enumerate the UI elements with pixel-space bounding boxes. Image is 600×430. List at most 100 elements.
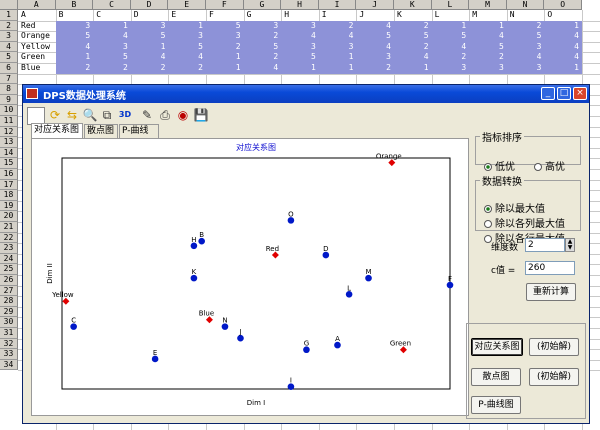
- row-header[interactable]: 8: [0, 84, 18, 95]
- row-header[interactable]: 23: [0, 243, 18, 254]
- sheet-cell[interactable]: 3: [55, 20, 94, 32]
- sheet-cell[interactable]: 4: [469, 31, 507, 42]
- tab-scatter[interactable]: 散点图: [84, 124, 118, 138]
- dim-spinner[interactable]: ▲ ▼: [565, 238, 575, 252]
- sheet-cell[interactable]: 5: [469, 41, 507, 53]
- close-button[interactable]: ×: [573, 87, 587, 100]
- row-header[interactable]: 33: [0, 349, 18, 360]
- transform-colmax-radio[interactable]: 除以各列最大值: [484, 215, 565, 230]
- sheet-cell[interactable]: 3: [130, 20, 169, 32]
- sheet-cell[interactable]: 1: [318, 52, 357, 63]
- column-header[interactable]: G: [243, 0, 282, 10]
- column-header[interactable]: L: [431, 0, 470, 10]
- row-header[interactable]: 7: [0, 73, 18, 85]
- save-icon[interactable]: 💾: [193, 107, 209, 123]
- sort-low-radio[interactable]: 低优: [484, 158, 515, 173]
- sheet-cell[interactable]: 4: [55, 41, 94, 53]
- row-label-cell[interactable]: Orange: [21, 31, 50, 42]
- sheet-cell[interactable]: 1: [394, 63, 432, 74]
- row-header[interactable]: 3: [0, 31, 18, 42]
- column-header[interactable]: C: [93, 0, 131, 10]
- sheet-cell[interactable]: F: [209, 10, 214, 21]
- row-header[interactable]: 32: [0, 338, 18, 350]
- sheet-cell[interactable]: 1: [318, 63, 357, 74]
- palette-icon[interactable]: ◉: [175, 107, 191, 123]
- sheet-cell[interactable]: 2: [394, 20, 432, 32]
- print-icon[interactable]: ⎙: [157, 107, 173, 123]
- sheet-cell[interactable]: 2: [506, 20, 545, 32]
- sheet-cell[interactable]: 5: [55, 31, 94, 42]
- sheet-cell[interactable]: 4: [318, 31, 357, 42]
- sheet-cell[interactable]: 2: [93, 63, 131, 74]
- sheet-cell[interactable]: 1: [130, 41, 169, 53]
- sheet-cell[interactable]: 4: [168, 52, 206, 63]
- row-header[interactable]: 1: [0, 10, 18, 21]
- sheet-cell[interactable]: 1: [93, 20, 131, 32]
- sheet-cell[interactable]: 4: [93, 31, 131, 42]
- sheet-cell[interactable]: 5: [356, 31, 394, 42]
- sheet-cell[interactable]: D: [134, 10, 139, 21]
- column-header[interactable]: H: [281, 0, 319, 10]
- sheet-cell[interactable]: E: [171, 10, 176, 21]
- spin-down-icon[interactable]: ▼: [568, 244, 573, 251]
- sheet-cell[interactable]: 4: [356, 20, 394, 32]
- draw-icon[interactable]: ✎: [139, 107, 155, 123]
- row-header[interactable]: 13: [0, 137, 18, 148]
- row-header[interactable]: 19: [0, 200, 18, 212]
- row-header[interactable]: 26: [0, 275, 18, 286]
- row-header[interactable]: 18: [0, 190, 18, 201]
- sheet-cell[interactable]: 4: [544, 41, 582, 53]
- sheet-cell[interactable]: 2: [206, 41, 244, 53]
- sheet-cell[interactable]: H: [284, 10, 289, 21]
- sheet-cell[interactable]: J: [359, 10, 364, 21]
- sheet-cell[interactable]: 5: [394, 31, 432, 42]
- sheet-cell[interactable]: 3: [506, 41, 545, 53]
- tab-correspondence[interactable]: 对应关系图: [31, 123, 83, 138]
- row-header[interactable]: 5: [0, 52, 18, 63]
- correspondence-button[interactable]: 对应关系图: [471, 338, 523, 356]
- column-header[interactable]: M: [469, 0, 507, 10]
- row-header[interactable]: 22: [0, 232, 18, 244]
- sheet-cell[interactable]: N: [510, 10, 515, 21]
- sheet-cell[interactable]: 2: [318, 20, 357, 32]
- row-header[interactable]: 4: [0, 41, 18, 53]
- sheet-cell[interactable]: 1: [544, 20, 582, 32]
- column-header[interactable]: O: [544, 0, 582, 10]
- sheet-cell[interactable]: 1: [281, 63, 319, 74]
- sheet-cell[interactable]: 3: [243, 20, 282, 32]
- column-header[interactable]: E: [168, 0, 206, 10]
- tab-p-curve[interactable]: P-曲线: [119, 124, 159, 138]
- sheet-cell[interactable]: 3: [469, 63, 507, 74]
- sheet-cell[interactable]: 4: [544, 31, 582, 42]
- sheet-cell[interactable]: 4: [544, 52, 582, 63]
- sheet-cell[interactable]: 3: [431, 63, 470, 74]
- sheet-cell[interactable]: 5: [206, 20, 244, 32]
- row-header[interactable]: 2: [0, 20, 18, 32]
- row-header[interactable]: 25: [0, 264, 18, 275]
- sheet-cell[interactable]: 4: [243, 63, 282, 74]
- transform-max-radio[interactable]: 除以最大值: [484, 200, 545, 215]
- sheet-cell[interactable]: 5: [506, 31, 545, 42]
- sheet-cell[interactable]: 2: [55, 63, 94, 74]
- copy-icon[interactable]: ⧉: [99, 107, 115, 123]
- column-header[interactable]: A: [18, 0, 56, 10]
- row-header[interactable]: 14: [0, 147, 18, 159]
- sheet-cell[interactable]: K: [397, 10, 402, 21]
- row-header[interactable]: 28: [0, 296, 18, 307]
- column-header[interactable]: K: [394, 0, 432, 10]
- sheet-cell[interactable]: 3: [206, 31, 244, 42]
- row-header[interactable]: 10: [0, 105, 18, 116]
- sheet-cell[interactable]: 3: [356, 52, 394, 63]
- maximize-button[interactable]: □: [557, 87, 571, 100]
- sheet-cell[interactable]: 3: [281, 41, 319, 53]
- sheet-cell[interactable]: G: [247, 10, 252, 21]
- scatter-button[interactable]: 散点图: [471, 368, 521, 386]
- sheet-cell[interactable]: 2: [130, 63, 169, 74]
- column-header[interactable]: I: [318, 0, 357, 10]
- sheet-cell[interactable]: 1: [469, 20, 507, 32]
- sheet-cell[interactable]: 2: [356, 63, 394, 74]
- row-header[interactable]: 34: [0, 359, 18, 371]
- sheet-cell[interactable]: 2: [431, 52, 470, 63]
- row-header[interactable]: 9: [0, 94, 18, 106]
- minimize-button[interactable]: _: [541, 87, 555, 100]
